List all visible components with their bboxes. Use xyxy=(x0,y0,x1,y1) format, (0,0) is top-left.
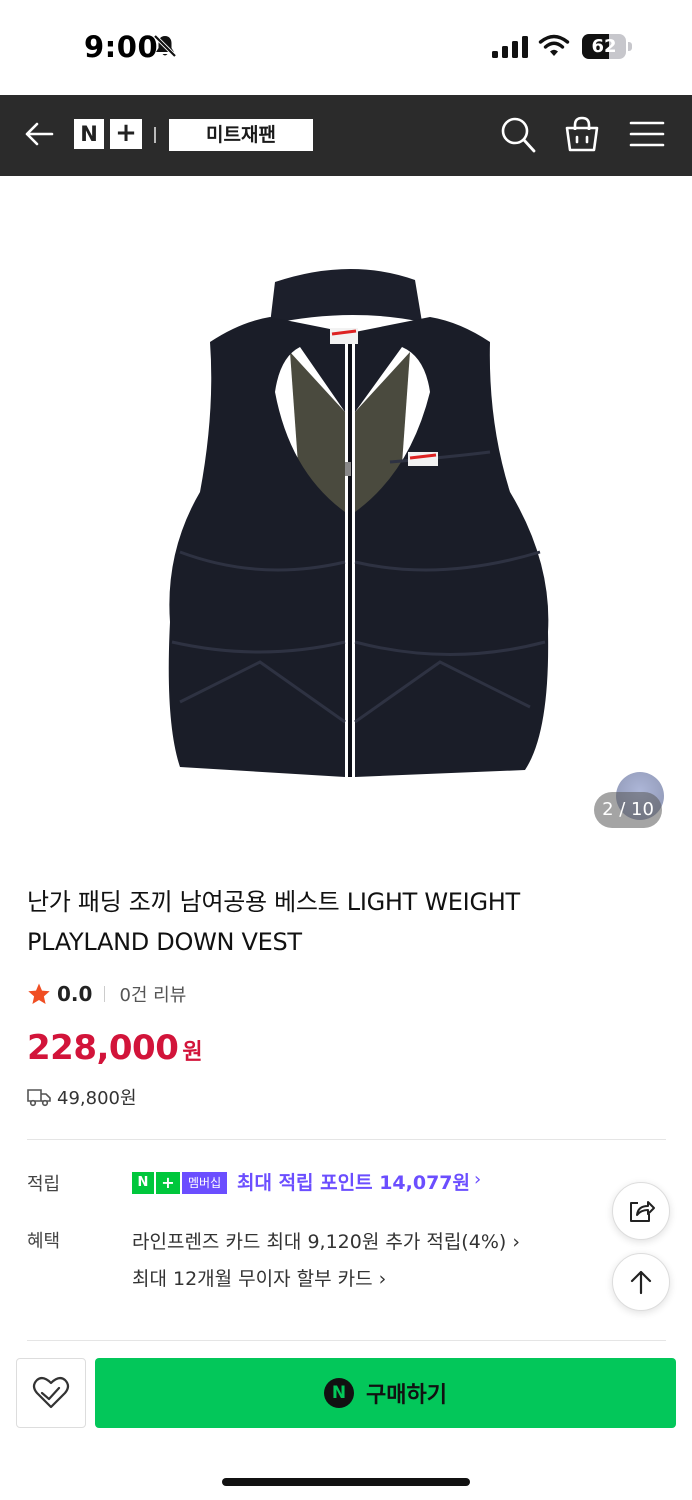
status-bar: 9:00 62 xyxy=(0,0,692,95)
rating-row[interactable]: 0.0 0건 리뷰 xyxy=(27,980,186,1008)
product-photo-vest xyxy=(168,268,549,777)
buy-button[interactable]: N 구매하기 xyxy=(95,1358,676,1428)
chevron-right-icon[interactable]: › xyxy=(474,1169,481,1190)
star-icon xyxy=(28,983,50,1004)
benefit-label: 혜택 xyxy=(27,1231,61,1252)
share-icon xyxy=(630,1201,655,1222)
store-name-badge[interactable]: 미트재팬 xyxy=(169,119,313,151)
chevron-right-icon: › xyxy=(506,1231,520,1253)
scroll-to-top-button[interactable] xyxy=(612,1253,670,1311)
wifi-icon xyxy=(538,34,570,56)
back-arrow-icon[interactable] xyxy=(22,117,56,151)
naver-pay-icon: N xyxy=(324,1378,355,1408)
max-points-link[interactable]: 최대 적립 포인트 14,077원 xyxy=(237,1168,470,1195)
home-indicator[interactable] xyxy=(222,1478,470,1486)
membership-badge-text: 멤버십 xyxy=(182,1172,228,1194)
product-title: 난가 패딩 조끼 남여공용 베스트 LIGHT WEIGHT PLAYLAND … xyxy=(27,888,520,956)
logo-divider xyxy=(154,127,156,143)
arrow-up-icon xyxy=(630,1270,652,1295)
naver-plus-logo-plus[interactable]: + xyxy=(110,119,142,149)
chevron-right-icon: › xyxy=(372,1268,387,1290)
status-time: 9:00 xyxy=(84,30,159,64)
section-divider xyxy=(27,1340,666,1341)
gallery-page-counter: 2 / 10 xyxy=(594,792,662,828)
cellular-signal-icon xyxy=(492,36,528,58)
naver-plus-membership-badge: N + 멤버십 xyxy=(132,1172,228,1194)
membership-badge-plus: + xyxy=(156,1172,180,1194)
battery-level: 62 xyxy=(591,36,617,57)
product-image-gallery[interactable]: 2 / 10 xyxy=(0,176,692,848)
installment-link[interactable]: 최대 12개월 무이자 할부 카드 › xyxy=(132,1264,386,1291)
price-value: 228,000 xyxy=(27,1028,179,1068)
price-unit: 원 xyxy=(182,1040,203,1065)
bell-muted-icon xyxy=(153,34,177,58)
review-count-link[interactable]: 0건 리뷰 xyxy=(119,981,186,1007)
delivery-truck-icon xyxy=(27,1089,51,1107)
naver-plus-logo-n[interactable]: N xyxy=(74,119,104,149)
shipping-row: 49,800원 xyxy=(27,1084,137,1110)
wishlist-button[interactable] xyxy=(16,1358,86,1428)
price-row: 228,000 원 xyxy=(27,1028,203,1068)
shipping-fee: 49,800원 xyxy=(57,1088,137,1109)
card-benefit-link[interactable]: 라인프렌즈 카드 최대 9,120원 추가 적립(4%) › xyxy=(132,1227,520,1254)
card-benefit-text: 라인프렌즈 카드 최대 9,120원 추가 적립(4%) xyxy=(132,1231,507,1253)
share-button[interactable] xyxy=(612,1182,670,1240)
points-label: 적립 xyxy=(27,1174,61,1195)
section-divider xyxy=(27,1139,666,1140)
installment-text: 최대 12개월 무이자 할부 카드 xyxy=(132,1268,373,1290)
heart-check-icon xyxy=(32,1376,70,1409)
rating-divider xyxy=(104,986,106,1002)
rating-value: 0.0 xyxy=(57,982,93,1006)
buy-button-label: 구매하기 xyxy=(366,1383,447,1408)
shopping-bag-icon[interactable] xyxy=(563,115,601,153)
membership-badge-n: N xyxy=(132,1172,154,1194)
hamburger-menu-icon[interactable] xyxy=(629,119,665,149)
search-icon[interactable] xyxy=(500,116,536,154)
battery-indicator: 62 xyxy=(582,34,632,59)
app-header: N + 미트재팬 xyxy=(0,95,692,176)
